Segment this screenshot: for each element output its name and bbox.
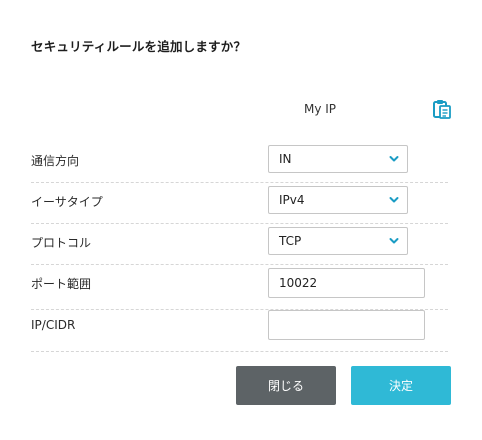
ether-type-label: イーサタイプ [31,195,103,209]
ether-type-selected-value: IPv4 [279,193,305,207]
form-row-ip-cidr: IP/CIDR [31,310,448,352]
direction-label: 通信方向 [31,154,80,168]
ip-cidr-label: IP/CIDR [31,318,76,332]
form-row-port-range: ポート範囲 [31,268,448,310]
direction-selected-value: IN [279,152,292,166]
dialog-title: セキュリティルールを追加しますか？ [31,39,247,54]
chevron-down-icon [389,197,399,203]
direction-select[interactable]: IN [268,145,408,173]
chevron-down-icon [389,238,399,244]
close-button[interactable]: 閉じる [236,366,336,405]
form-row-direction: 通信方向 IN [31,141,448,183]
clipboard-icon[interactable] [432,99,452,119]
ether-type-select[interactable]: IPv4 [268,186,408,214]
protocol-selected-value: TCP [279,234,302,248]
protocol-label: プロトコル [31,236,92,250]
form-row-ether-type: イーサタイプ IPv4 [31,182,448,224]
chevron-down-icon [389,156,399,162]
form-row-protocol: プロトコル TCP [31,223,448,265]
protocol-select[interactable]: TCP [268,227,408,255]
port-range-label: ポート範囲 [31,277,92,291]
my-ip-label[interactable]: My IP [304,102,336,116]
ip-cidr-input[interactable] [268,310,425,340]
confirm-button[interactable]: 決定 [351,366,451,405]
port-range-input[interactable] [268,268,425,298]
